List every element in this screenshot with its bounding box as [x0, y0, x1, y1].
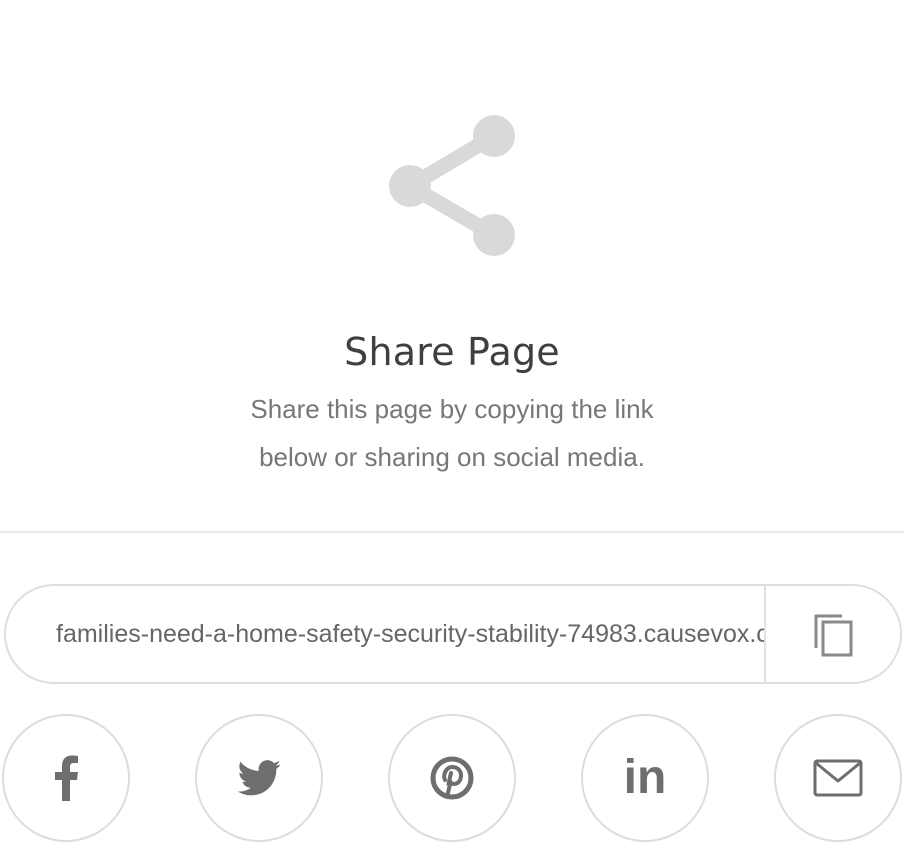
facebook-icon: [55, 755, 78, 801]
share-description-line-2: below or sharing on social media.: [259, 442, 645, 472]
email-share-button[interactable]: [774, 714, 902, 842]
copy-link-button[interactable]: [764, 586, 900, 682]
copy-icon: [814, 614, 853, 657]
share-link-input[interactable]: families-need-a-home-safety-security-sta…: [56, 586, 764, 682]
share-title: Share Page: [344, 330, 560, 374]
pinterest-share-button[interactable]: [388, 714, 516, 842]
linkedin-icon: in: [623, 751, 667, 804]
twitter-icon: [237, 760, 281, 796]
share-description-line-1: Share this page by copying the link: [250, 394, 654, 424]
share-link-field: families-need-a-home-safety-security-sta…: [4, 584, 902, 684]
share-page: Share Page Share this page by copying th…: [0, 0, 904, 844]
share-description: Share this page by copying the link belo…: [0, 385, 904, 481]
share-icon: [388, 114, 520, 258]
pinterest-icon: [430, 756, 474, 800]
facebook-share-button[interactable]: [2, 714, 130, 842]
twitter-share-button[interactable]: [195, 714, 323, 842]
email-icon: [813, 759, 863, 797]
linkedin-share-button[interactable]: in: [581, 714, 709, 842]
divider: [0, 531, 904, 533]
